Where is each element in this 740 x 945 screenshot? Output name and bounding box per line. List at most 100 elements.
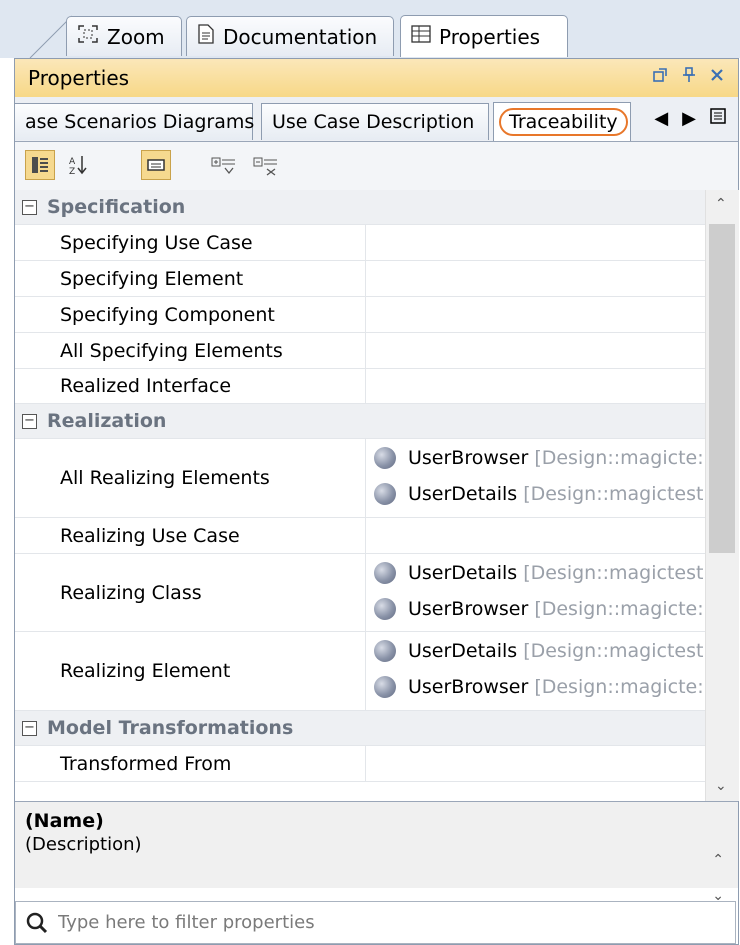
collapse-all-button[interactable] — [251, 150, 281, 180]
property-value[interactable] — [365, 297, 705, 332]
sort-alphabetically-button[interactable]: AZ — [63, 150, 93, 180]
tab-label: ase Scenarios Diagrams — [25, 111, 255, 133]
filter-bar — [15, 901, 736, 944]
element-reference[interactable]: UserBrowser [Design::magicte: — [374, 676, 704, 698]
panel-window-controls — [652, 67, 724, 88]
categorized-icon — [32, 157, 48, 173]
property-group-tabs: ase Scenarios Diagrams Use Case Descript… — [15, 97, 738, 142]
tab-label: Use Case Description — [272, 111, 475, 133]
property-name: Realized Interface — [60, 375, 232, 397]
property-name: Realizing Class — [60, 581, 202, 604]
property-row[interactable]: All Specifying Elements — [15, 333, 705, 369]
property-name: All Specifying Elements — [60, 339, 283, 362]
description-pane: (Name) (Description) ⌃ ⌄ — [15, 801, 738, 904]
property-name: Specifying Element — [60, 267, 244, 290]
tab-scroll-left-icon[interactable]: ◀ — [654, 108, 668, 129]
collapse-toggle-icon[interactable]: − — [22, 414, 37, 429]
scrollbar-thumb[interactable] — [709, 224, 735, 553]
properties-toolbar: AZ — [15, 142, 738, 191]
category-specification[interactable]: − Specification — [15, 190, 705, 225]
pin-icon[interactable] — [682, 67, 696, 88]
element-reference[interactable]: UserDetails [Design::magictest — [374, 640, 703, 662]
element-path: [Design::magictest — [523, 562, 704, 584]
property-value[interactable]: UserBrowser [Design::magicte: UserDetail… — [365, 439, 705, 517]
property-row[interactable]: Realizing Element UserDetails [Design::m… — [15, 632, 705, 711]
tab-use-case-description[interactable]: Use Case Description — [261, 103, 489, 140]
close-icon[interactable] — [710, 67, 724, 88]
tab-use-case-scenarios-diagrams[interactable]: ase Scenarios Diagrams — [15, 103, 255, 140]
description-property-name: (Name) — [25, 810, 104, 832]
property-row[interactable]: Specifying Element — [15, 261, 705, 297]
tab-scroll-right-icon[interactable]: ▶ — [682, 108, 696, 129]
property-row[interactable]: Realized Interface — [15, 369, 705, 404]
expand-all-button[interactable] — [209, 150, 239, 180]
element-path: [Design::magictest — [523, 640, 704, 662]
property-name: Transformed From — [60, 752, 232, 775]
element-reference[interactable]: UserDetails [Design::magictest — [374, 562, 703, 584]
tab-properties[interactable]: Properties — [400, 15, 568, 57]
properties-icon — [411, 25, 431, 48]
element-reference[interactable]: UserDetails [Design::magictest — [374, 483, 703, 505]
scroll-up-icon[interactable]: ⌃ — [715, 196, 727, 212]
category-label: Realization — [47, 410, 167, 432]
property-value[interactable] — [365, 746, 705, 781]
element-path: [Design::magicte: — [534, 676, 704, 698]
element-path: [Design::magicte: — [534, 598, 704, 620]
scroll-up-icon[interactable]: ⌃ — [712, 842, 724, 878]
category-label: Model Transformations — [47, 717, 294, 739]
property-value[interactable]: UserDetails [Design::magictest UserBrows… — [365, 632, 705, 710]
property-row[interactable]: Transformed From — [15, 746, 705, 782]
element-name: UserDetails — [408, 562, 518, 584]
tab-zoom[interactable]: Zoom — [66, 16, 182, 56]
properties-panel: Properties ase Scenarios Diagrams Use Ca… — [14, 58, 739, 945]
category-label: Specification — [47, 196, 186, 218]
property-row[interactable]: Realizing Class UserDetails [Design::mag… — [15, 554, 705, 632]
tab-navigation: ◀ ▶ — [654, 108, 726, 129]
tab-documentation[interactable]: Documentation — [186, 16, 394, 56]
undock-icon[interactable] — [652, 67, 668, 88]
collapse-toggle-icon[interactable]: − — [22, 200, 37, 215]
collapse-toggle-icon[interactable]: − — [22, 721, 37, 736]
property-row[interactable]: All Realizing Elements UserBrowser [Desi… — [15, 439, 705, 518]
property-name: Specifying Component — [60, 303, 275, 326]
grid-scrollbar[interactable]: ⌃ ⌄ — [705, 190, 739, 801]
zoom-icon — [77, 24, 99, 49]
element-reference[interactable]: UserBrowser [Design::magicte: — [374, 598, 704, 620]
expand-all-icon — [211, 157, 235, 175]
property-row[interactable]: Specifying Use Case — [15, 225, 705, 261]
scroll-down-icon[interactable]: ⌄ — [715, 778, 727, 794]
tab-properties-label: Properties — [439, 24, 541, 49]
tab-zoom-label: Zoom — [107, 24, 165, 49]
element-path: [Design::magicte: — [534, 447, 704, 469]
property-row[interactable]: Realizing Use Case — [15, 518, 705, 554]
description-text: (Description) — [25, 834, 142, 855]
show-description-button[interactable] — [141, 150, 171, 180]
class-icon — [374, 676, 396, 698]
description-pane-icon — [147, 159, 165, 171]
tab-list-icon[interactable] — [710, 108, 726, 129]
property-value[interactable] — [365, 518, 705, 553]
class-icon — [374, 640, 396, 662]
property-value[interactable]: UserDetails [Design::magictest UserBrows… — [365, 554, 705, 631]
element-reference[interactable]: UserBrowser [Design::magicte: — [374, 447, 704, 469]
panel-title-bar: Properties — [15, 59, 738, 98]
element-name: UserBrowser — [408, 447, 529, 469]
property-name: Realizing Element — [60, 660, 231, 682]
property-row[interactable]: Specifying Component — [15, 297, 705, 333]
svg-text:Z: Z — [69, 167, 75, 176]
property-value[interactable] — [365, 225, 705, 260]
sort-az-icon: AZ — [69, 156, 87, 176]
property-name: All Realizing Elements — [60, 467, 270, 489]
tab-traceability[interactable]: Traceability — [493, 102, 631, 141]
document-icon — [197, 24, 215, 49]
property-grid: − Specification Specifying Use Case Spec… — [15, 190, 705, 801]
element-name: UserBrowser — [408, 598, 529, 620]
tab-label-highlighted: Traceability — [499, 108, 628, 136]
property-value[interactable] — [365, 261, 705, 296]
category-model-transformations[interactable]: − Model Transformations — [15, 711, 705, 746]
category-realization[interactable]: − Realization — [15, 404, 705, 439]
categorized-view-button[interactable] — [25, 150, 55, 180]
property-value[interactable] — [365, 333, 705, 368]
property-value[interactable] — [365, 369, 705, 403]
filter-input[interactable] — [56, 911, 680, 934]
